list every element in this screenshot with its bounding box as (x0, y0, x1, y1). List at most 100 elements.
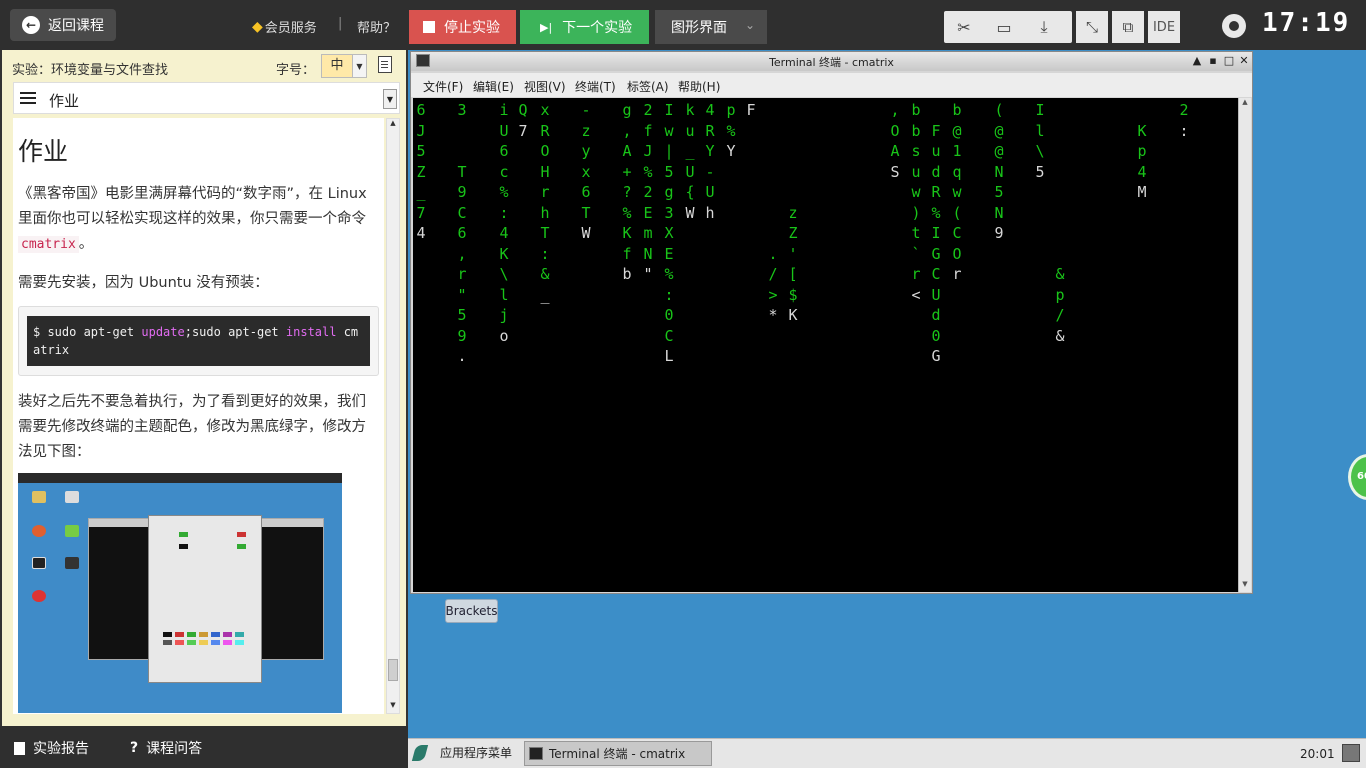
shade-icon[interactable]: ▲ (1190, 53, 1204, 69)
terminal-window[interactable]: Terminal 终端 - cmatrix ▲ ▪ □ ✕ 文件(F) 编辑(E… (410, 51, 1253, 594)
file-icon (14, 741, 25, 755)
screen-share-icon[interactable]: ▭ (984, 11, 1024, 43)
left-panel: 实验：环境变量与文件查找 字号： 中 ▼ 作业 ▼ 作业 《黑客帝国》电影里满屏… (0, 50, 408, 726)
scroll-down-icon[interactable]: ▼ (387, 701, 399, 713)
diamond-icon: ◆ (252, 18, 263, 35)
menu-file[interactable]: 文件(F) (423, 78, 463, 95)
matrix-column: x R O Hr h T: & _ (540, 101, 550, 304)
code-part: ;sudo apt-get (184, 325, 286, 339)
separator: | (338, 16, 343, 31)
menu-help[interactable]: 帮助(H) (678, 78, 720, 95)
eye-icon[interactable] (1222, 14, 1246, 38)
taskbar-clock: 20:01 (1300, 747, 1335, 761)
lab-title: 实验：环境变量与文件查找 (12, 63, 169, 78)
toolbar-group: ✂ ▭ ⤓ (944, 11, 1072, 43)
help-link[interactable]: 帮助？ (357, 17, 396, 36)
minimize-icon[interactable]: ▪ (1206, 53, 1220, 69)
paragraph-install: 需要先安装，因为 Ubuntu 没有预装： (18, 275, 269, 291)
section-select[interactable]: 作业 ▼ (13, 82, 400, 114)
font-size-select[interactable]: 中 ▼ (321, 54, 367, 78)
scissors-icon[interactable]: ✂ (944, 11, 984, 43)
tab-lab-report[interactable]: 实验报告 (14, 738, 89, 758)
display-mode-select[interactable]: 图形界面 ⌄ (655, 10, 767, 44)
terminal-scrollbar[interactable]: ▲ ▼ (1238, 98, 1251, 592)
tab-course-qa[interactable]: ? 课程问答 (130, 738, 202, 758)
inline-code: cmatrix (18, 236, 79, 253)
close-icon[interactable]: ✕ (1237, 53, 1251, 69)
desktop-taskbar: 应用程序菜单 Terminal 终端 - cmatrix 20:01 (408, 738, 1366, 768)
stop-icon (423, 21, 435, 33)
remote-desktop[interactable]: Terminal 终端 - cmatrix ▲ ▪ □ ✕ 文件(F) 编辑(E… (408, 50, 1366, 738)
taskbar-item-terminal[interactable]: Terminal 终端 - cmatrix (524, 741, 712, 766)
paragraph-theme: 装好之后先不要急着执行，为了看到更好的效果，我们需要先修改终端的主题配色，修改为… (18, 394, 366, 460)
applications-menu-button[interactable]: 应用程序菜单 (411, 744, 513, 761)
matrix-column: (@ @ N 5 N 9 (994, 101, 1004, 242)
menu-terminal[interactable]: 终端(T) (575, 78, 616, 95)
matrix-column: 2: (1179, 101, 1189, 140)
list-icon (20, 92, 36, 104)
ide-button[interactable]: IDE (1148, 11, 1180, 43)
shrink-icon[interactable]: ⤡ (1076, 11, 1108, 43)
matrix-column: b @1 q w(C Or (952, 101, 962, 283)
content-heading: 作业 (18, 137, 69, 166)
open-external-icon[interactable]: ⧉ (1112, 11, 1144, 43)
scrollbar-thumb[interactable] (388, 659, 398, 681)
matrix-column: z Z '[$ K (788, 203, 798, 325)
back-to-course-button[interactable]: ← 返回课程 (10, 9, 116, 41)
terminal-menubar: 文件(F) 编辑(E) 视图(V) 终端(T) 标签(A) 帮助(H) (411, 73, 1252, 97)
menu-tabs[interactable]: 标签(A) (627, 78, 669, 95)
matrix-column: Q7 (518, 101, 528, 140)
matrix-column: i U 6 c%:4 K \ l j o (499, 101, 509, 345)
menu-edit[interactable]: 编辑(E) (473, 78, 514, 95)
progress-badge[interactable]: 60 (1348, 454, 1366, 500)
skip-next-icon: ▶| (540, 20, 553, 34)
terminal-screen[interactable]: 6 J 5 Z _ 7 4 3 T 9 C 6, r " 5 9. i U 6 c%:4 K \ l j o Q 7 x R O Hr h T… (413, 98, 1238, 592)
start-label: 应用程序菜单 (440, 746, 513, 760)
terminal-title: Terminal 终端 - cmatrix (769, 56, 894, 69)
code-part: $ sudo apt-get (33, 325, 142, 339)
scroll-up-icon[interactable]: ▲ (387, 119, 399, 131)
next-experiment-button[interactable]: ▶| 下一个实验 (520, 10, 649, 44)
section-label: 作业 (49, 92, 80, 110)
code-keyword: install (285, 325, 337, 339)
paragraph-intro: 《黑客帝国》电影里满屏幕代码的“数字雨”，在 Linux 里面你也可以轻松实现这… (18, 182, 379, 257)
download-icon[interactable]: ⤓ (1024, 11, 1064, 43)
matrix-column: & p / & (1055, 265, 1065, 345)
member-label: 会员服务 (264, 21, 317, 36)
chevron-down-icon: ▼ (352, 55, 366, 77)
stop-experiment-button[interactable]: 停止实验 (409, 10, 516, 44)
matrix-column: ,OAS (890, 101, 900, 181)
matrix-column: 6 J 5 Z _ 7 4 (416, 101, 426, 242)
menu-view[interactable]: 视图(V) (524, 78, 566, 95)
code-block: $ sudo apt-get update;sudo apt-get insta… (18, 306, 379, 376)
matrix-column: . / > * (768, 244, 778, 325)
tab-report-label: 实验报告 (33, 741, 89, 757)
chevron-down-icon[interactable]: ▼ (383, 89, 397, 109)
matrix-column: p% Y (726, 101, 736, 160)
member-service-link[interactable]: ◆ 会员服务 (252, 17, 317, 37)
top-bar: ← 返回课程 ◆ 会员服务 | 帮助？ 停止实验 ▶| 下一个实验 图形界面 ⌄… (0, 0, 1366, 50)
matrix-column: Iw | 5 g 3 X E%:0 C L (664, 101, 674, 365)
maximize-icon[interactable]: □ (1222, 53, 1236, 69)
terminal-titlebar[interactable]: Terminal 终端 - cmatrix ▲ ▪ □ ✕ (411, 52, 1252, 71)
tray-icon[interactable] (1342, 744, 1360, 762)
scroll-up-icon[interactable]: ▲ (1239, 98, 1251, 110)
question-icon: ? (130, 740, 139, 756)
content-scrollbar[interactable]: ▲ ▼ (386, 118, 400, 714)
matrix-column: Fu d R% I G C Ud 0 G (931, 121, 941, 366)
document-icon[interactable] (378, 56, 392, 73)
scroll-down-icon[interactable]: ▼ (1239, 580, 1251, 592)
intro-end: 。 (78, 236, 94, 252)
brackets-tooltip[interactable]: Brackets (445, 599, 498, 623)
matrix-column: k u _ U{W (685, 101, 695, 222)
stop-label: 停止实验 (444, 20, 500, 36)
matrix-column: 2 f J% 2 Em N " (643, 101, 653, 283)
matrix-column: Kp4M (1137, 121, 1147, 202)
matrix-column: 3 T 9 C 6, r " 5 9. (457, 101, 467, 365)
matrix-column: b b s u w) t ` r < (911, 101, 921, 304)
tutorial-screenshot-image (18, 473, 342, 713)
bottom-tabs: 实验报告 ? 课程问答 (0, 726, 408, 768)
app-root: ← 返回课程 ◆ 会员服务 | 帮助？ 停止实验 ▶| 下一个实验 图形界面 ⌄… (0, 0, 1366, 768)
font-size-value: 中 (330, 58, 344, 73)
matrix-column: 4RY-Uh (705, 101, 715, 222)
